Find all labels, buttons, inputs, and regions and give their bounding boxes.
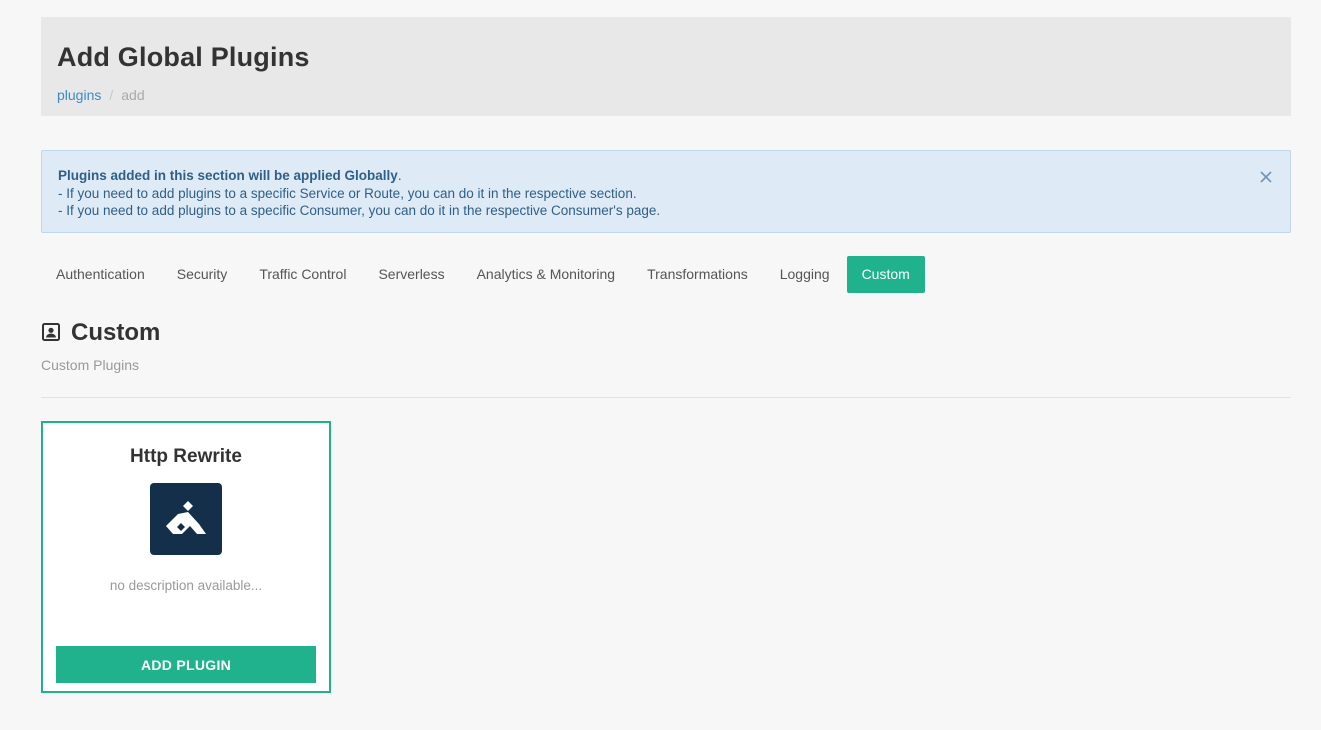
kong-logo-icon — [150, 483, 222, 555]
alert-line-2: - If you need to add plugins to a specif… — [58, 203, 661, 218]
tab-logging[interactable]: Logging — [765, 256, 845, 293]
section-subtitle: Custom Plugins — [41, 357, 140, 373]
divider — [41, 397, 1291, 398]
add-plugin-button[interactable]: ADD PLUGIN — [56, 646, 316, 683]
plugin-description: no description available... — [109, 578, 263, 593]
info-alert: Plugins added in this section will be ap… — [41, 150, 1291, 233]
plugin-card: Http Rewrite no description available...… — [41, 421, 331, 693]
breadcrumb: plugins / add — [57, 86, 1275, 104]
page-header: Add Global Plugins plugins / add — [41, 17, 1291, 116]
close-icon[interactable] — [1258, 169, 1274, 185]
alert-heading-suffix: . — [397, 168, 402, 183]
breadcrumb-link-plugins[interactable]: plugins — [57, 87, 101, 103]
alert-line-1: - If you need to add plugins to a specif… — [58, 185, 637, 201]
tab-traffic-control[interactable]: Traffic Control — [244, 256, 361, 293]
breadcrumb-current: add — [121, 87, 145, 103]
breadcrumb-separator: / — [109, 87, 114, 103]
tab-analytics-monitoring[interactable]: Analytics & Monitoring — [462, 256, 631, 293]
contact-card-icon — [41, 322, 63, 344]
alert-heading: Plugins added in this section will be ap… — [58, 168, 398, 183]
alert-heading-line: Plugins added in this section will be ap… — [58, 167, 1274, 185]
section-heading: Custom — [41, 318, 160, 348]
tab-security[interactable]: Security — [162, 256, 243, 293]
tab-serverless[interactable]: Serverless — [363, 256, 459, 293]
tab-custom[interactable]: Custom — [846, 256, 925, 293]
section-title: Custom — [71, 319, 161, 346]
tab-transformations[interactable]: Transformations — [632, 256, 763, 293]
plugin-category-tabs: Authentication Security Traffic Control … — [41, 256, 927, 293]
plugin-name: Http Rewrite — [130, 446, 242, 467]
tab-authentication[interactable]: Authentication — [41, 256, 160, 293]
page-title: Add Global Plugins — [57, 42, 310, 72]
